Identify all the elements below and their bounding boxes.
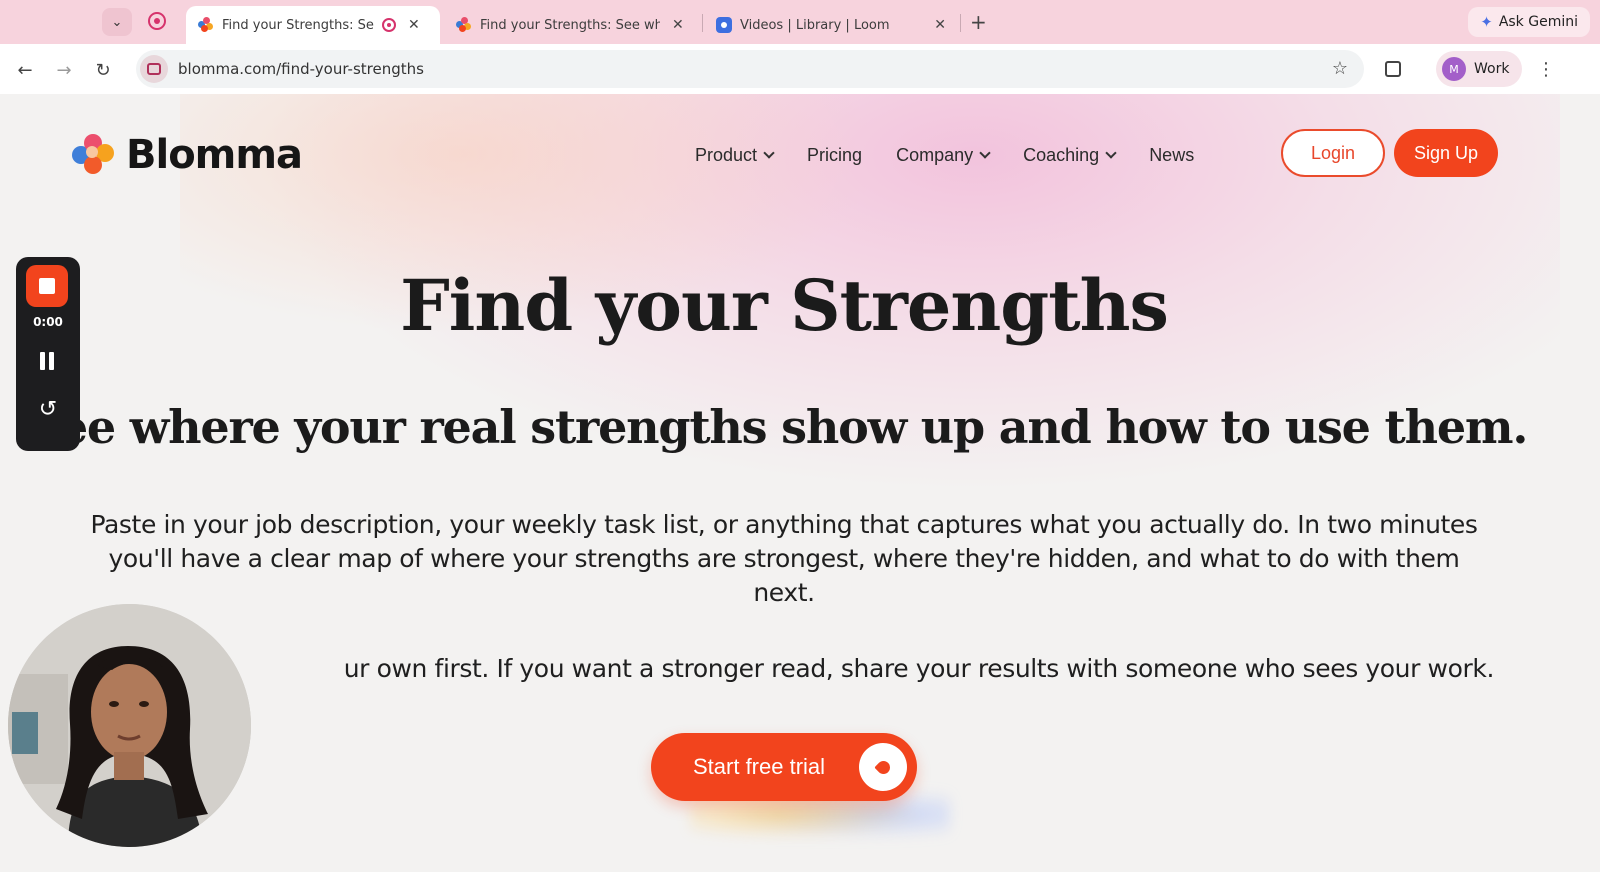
tab-title: Videos | Library | Loom bbox=[740, 17, 890, 33]
tab-find-your-strengths-active[interactable]: Find your Strengths: See ✕ bbox=[186, 6, 440, 44]
reload-icon[interactable]: ↻ bbox=[90, 57, 116, 83]
back-arrow-icon[interactable]: ← bbox=[12, 57, 38, 83]
browser-menu-kebab-icon[interactable]: ⋮ bbox=[1537, 56, 1555, 82]
nav-pricing[interactable]: Pricing bbox=[807, 145, 862, 166]
blomma-favicon-icon bbox=[456, 17, 472, 33]
tab-find-your-strengths[interactable]: Find your Strengths: See whe ✕ bbox=[444, 6, 698, 44]
blomma-logo[interactable]: Blomma bbox=[72, 130, 303, 180]
stop-recording-button[interactable] bbox=[26, 265, 68, 307]
url-text[interactable]: blomma.com/find-your-strengths bbox=[178, 60, 424, 78]
site-info-icon[interactable] bbox=[140, 55, 168, 83]
recording-timer: 0:00 bbox=[33, 315, 63, 329]
nav-label: Coaching bbox=[1023, 144, 1100, 165]
chevron-down-icon bbox=[979, 147, 991, 159]
main-navigation: Product Pricing Company Coaching News bbox=[695, 138, 1194, 172]
tab-title: Find your Strengths: See bbox=[222, 17, 374, 33]
page-title: Find your Strengths bbox=[400, 264, 1169, 347]
tab-close-icon[interactable]: ✕ bbox=[934, 17, 946, 33]
tab-recording-icon bbox=[382, 18, 396, 32]
tab-separator bbox=[960, 14, 961, 32]
nav-news[interactable]: News bbox=[1149, 145, 1194, 166]
profile-avatar: M bbox=[1442, 57, 1466, 81]
nav-label: Company bbox=[896, 144, 974, 165]
start-free-trial-button[interactable]: Start free trial bbox=[651, 733, 917, 801]
tab-title: Find your Strengths: See whe bbox=[480, 17, 660, 33]
recording-controls: 0:00 ↺ bbox=[16, 257, 80, 451]
forward-arrow-icon[interactable]: → bbox=[51, 57, 77, 83]
chevron-down-icon bbox=[1105, 147, 1117, 159]
tab-search-chevron-icon[interactable]: ⌄ bbox=[102, 8, 132, 36]
nav-product[interactable]: Product bbox=[695, 144, 775, 166]
tab-separator bbox=[702, 14, 703, 32]
cta-arrow-icon bbox=[859, 743, 907, 791]
blomma-favicon-icon bbox=[198, 17, 214, 33]
login-button[interactable]: Login bbox=[1281, 129, 1385, 177]
recording-indicator-icon bbox=[148, 12, 166, 30]
cta-label: Start free trial bbox=[693, 754, 826, 779]
nav-label: News bbox=[1149, 144, 1195, 165]
page-subtitle: See where your real strengths show up an… bbox=[26, 400, 1529, 454]
loom-favicon-icon bbox=[716, 17, 732, 33]
nav-label: Product bbox=[695, 144, 758, 165]
browser-tab-strip: ⌄ Find your Strengths: See ✕ Find your S… bbox=[0, 0, 1600, 44]
blomma-flower-logo-icon bbox=[72, 132, 118, 178]
profile-button[interactable]: M Work bbox=[1436, 51, 1522, 87]
tab-loom-library[interactable]: Videos | Library | Loom ✕ bbox=[704, 6, 958, 44]
ask-gemini-label: Ask Gemini bbox=[1498, 14, 1578, 30]
nav-coaching[interactable]: Coaching bbox=[1023, 144, 1117, 166]
restart-icon[interactable]: ↺ bbox=[36, 397, 60, 422]
nav-label: Pricing bbox=[807, 144, 863, 165]
brand-name: Blomma bbox=[126, 132, 303, 178]
signup-button[interactable]: Sign Up bbox=[1394, 129, 1498, 177]
webcam-person-image bbox=[8, 604, 251, 847]
nav-company[interactable]: Company bbox=[896, 144, 991, 166]
ask-gemini-button[interactable]: ✦ Ask Gemini bbox=[1468, 7, 1590, 37]
bookmark-star-icon[interactable]: ☆ bbox=[1332, 58, 1348, 79]
address-bar[interactable]: blomma.com/find-your-strengths ☆ bbox=[136, 50, 1364, 88]
chevron-down-icon bbox=[763, 147, 775, 159]
tab-close-icon[interactable]: ✕ bbox=[672, 17, 684, 33]
gemini-spark-icon: ✦ bbox=[1480, 13, 1493, 31]
pause-icon[interactable] bbox=[37, 351, 57, 371]
hero-description: Paste in your job description, your week… bbox=[90, 510, 1478, 607]
stop-icon bbox=[39, 278, 55, 294]
profile-label: Work bbox=[1474, 61, 1510, 77]
hero-note: ur own first. If you want a stronger rea… bbox=[343, 654, 1495, 683]
webcam-bubble[interactable] bbox=[8, 604, 251, 847]
new-tab-plus-icon[interactable]: + bbox=[970, 10, 987, 34]
tab-close-icon[interactable]: ✕ bbox=[408, 17, 420, 33]
extensions-puzzle-icon[interactable] bbox=[1380, 56, 1406, 82]
browser-toolbar: ← → ↻ blomma.com/find-your-strengths ☆ M… bbox=[0, 44, 1600, 94]
